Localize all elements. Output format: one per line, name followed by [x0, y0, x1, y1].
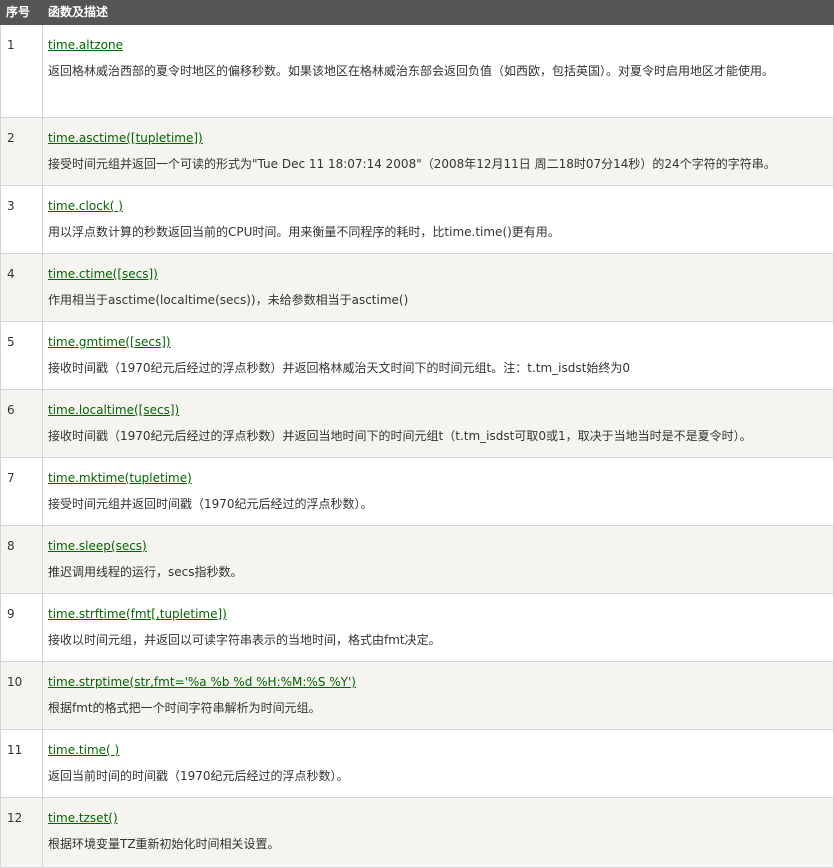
row-content: time.time( ) 返回当前时间的时间戳（1970纪元后经过的浮点秒数）。 — [42, 729, 834, 798]
row-content: time.altzone 返回格林威治西部的夏令时地区的偏移秒数。如果该地区在格… — [42, 24, 834, 118]
function-description: 接受时间元组并返回一个可读的形式为"Tue Dec 11 18:07:14 20… — [48, 157, 776, 171]
table-row: 1 time.altzone 返回格林威治西部的夏令时地区的偏移秒数。如果该地区… — [0, 24, 834, 118]
row-content: time.sleep(secs) 推迟调用线程的运行，secs指秒数。 — [42, 525, 834, 594]
function-link[interactable]: time.sleep(secs) — [48, 533, 147, 559]
function-description: 用以浮点数计算的秒数返回当前的CPU时间。用来衡量不同程序的耗时，比time.t… — [48, 225, 560, 239]
function-link[interactable]: time.gmtime([secs]) — [48, 329, 171, 355]
row-content: time.mktime(tupletime) 接受时间元组并返回时间戳（1970… — [42, 457, 834, 526]
header-num: 序号 — [0, 0, 43, 25]
row-number: 7 — [0, 457, 43, 526]
function-link[interactable]: time.ctime([secs]) — [48, 261, 158, 287]
function-link[interactable]: time.mktime(tupletime) — [48, 465, 192, 491]
row-number: 11 — [0, 729, 43, 798]
function-link[interactable]: time.strptime(str,fmt='%a %b %d %H:%M:%S… — [48, 669, 356, 695]
row-content: time.strptime(str,fmt='%a %b %d %H:%M:%S… — [42, 661, 834, 730]
function-link[interactable]: time.altzone — [48, 32, 123, 58]
row-number: 8 — [0, 525, 43, 594]
function-link[interactable]: time.time( ) — [48, 737, 119, 763]
function-description: 接收时间戳（1970纪元后经过的浮点秒数）并返回格林威治天文时间下的时间元组t。… — [48, 361, 630, 375]
function-description: 返回当前时间的时间戳（1970纪元后经过的浮点秒数）。 — [48, 769, 349, 783]
function-description: 作用相当于asctime(localtime(secs))，未给参数相当于asc… — [48, 293, 409, 307]
function-link[interactable]: time.localtime([secs]) — [48, 397, 179, 423]
function-description: 根据环境变量TZ重新初始化时间相关设置。 — [48, 837, 280, 851]
table-row: 3 time.clock( ) 用以浮点数计算的秒数返回当前的CPU时间。用来衡… — [0, 185, 834, 254]
table-row: 11 time.time( ) 返回当前时间的时间戳（1970纪元后经过的浮点秒… — [0, 729, 834, 798]
row-content: time.gmtime([secs]) 接收时间戳（1970纪元后经过的浮点秒数… — [42, 321, 834, 390]
table-row: 2 time.asctime([tupletime]) 接受时间元组并返回一个可… — [0, 117, 834, 186]
row-number: 6 — [0, 389, 43, 458]
table-row: 10 time.strptime(str,fmt='%a %b %d %H:%M… — [0, 661, 834, 730]
row-content: time.localtime([secs]) 接收时间戳（1970纪元后经过的浮… — [42, 389, 834, 458]
time-functions-table: 序号 函数及描述 1 time.altzone 返回格林威治西部的夏令时地区的偏… — [0, 0, 834, 868]
header-desc: 函数及描述 — [42, 0, 834, 25]
row-number: 10 — [0, 661, 43, 730]
row-number: 2 — [0, 117, 43, 186]
function-link[interactable]: time.strftime(fmt[,tupletime]) — [48, 601, 227, 627]
table-row: 8 time.sleep(secs) 推迟调用线程的运行，secs指秒数。 — [0, 525, 834, 594]
function-description: 返回格林威治西部的夏令时地区的偏移秒数。如果该地区在格林威治东部会返回负值（如西… — [48, 64, 775, 78]
function-description: 接收时间戳（1970纪元后经过的浮点秒数）并返回当地时间下的时间元组t（t.tm… — [48, 429, 752, 443]
function-description: 接受时间元组并返回时间戳（1970纪元后经过的浮点秒数）。 — [48, 497, 373, 511]
row-number: 3 — [0, 185, 43, 254]
table-row: 7 time.mktime(tupletime) 接受时间元组并返回时间戳（19… — [0, 457, 834, 526]
row-content: time.clock( ) 用以浮点数计算的秒数返回当前的CPU时间。用来衡量不… — [42, 185, 834, 254]
function-link[interactable]: time.clock( ) — [48, 193, 123, 219]
row-number: 4 — [0, 253, 43, 322]
function-link[interactable]: time.tzset() — [48, 805, 118, 831]
row-content: time.ctime([secs]) 作用相当于asctime(localtim… — [42, 253, 834, 322]
row-number: 12 — [0, 797, 43, 868]
row-number: 5 — [0, 321, 43, 390]
table-row: 5 time.gmtime([secs]) 接收时间戳（1970纪元后经过的浮点… — [0, 321, 834, 390]
function-description: 推迟调用线程的运行，secs指秒数。 — [48, 565, 243, 579]
row-content: time.strftime(fmt[,tupletime]) 接收以时间元组，并… — [42, 593, 834, 662]
table-row: 9 time.strftime(fmt[,tupletime]) 接收以时间元组… — [0, 593, 834, 662]
table-header-row: 序号 函数及描述 — [0, 0, 834, 25]
row-number: 1 — [0, 24, 43, 118]
function-description: 接收以时间元组，并返回以可读字符串表示的当地时间，格式由fmt决定。 — [48, 633, 441, 647]
table-row: 6 time.localtime([secs]) 接收时间戳（1970纪元后经过… — [0, 389, 834, 458]
table-row: 4 time.ctime([secs]) 作用相当于asctime(localt… — [0, 253, 834, 322]
function-link[interactable]: time.asctime([tupletime]) — [48, 125, 203, 151]
table-row: 12 time.tzset() 根据环境变量TZ重新初始化时间相关设置。 — [0, 797, 834, 868]
row-number: 9 — [0, 593, 43, 662]
function-description: 根据fmt的格式把一个时间字符串解析为时间元组。 — [48, 701, 321, 715]
row-content: time.tzset() 根据环境变量TZ重新初始化时间相关设置。 — [42, 797, 834, 868]
row-content: time.asctime([tupletime]) 接受时间元组并返回一个可读的… — [42, 117, 834, 186]
